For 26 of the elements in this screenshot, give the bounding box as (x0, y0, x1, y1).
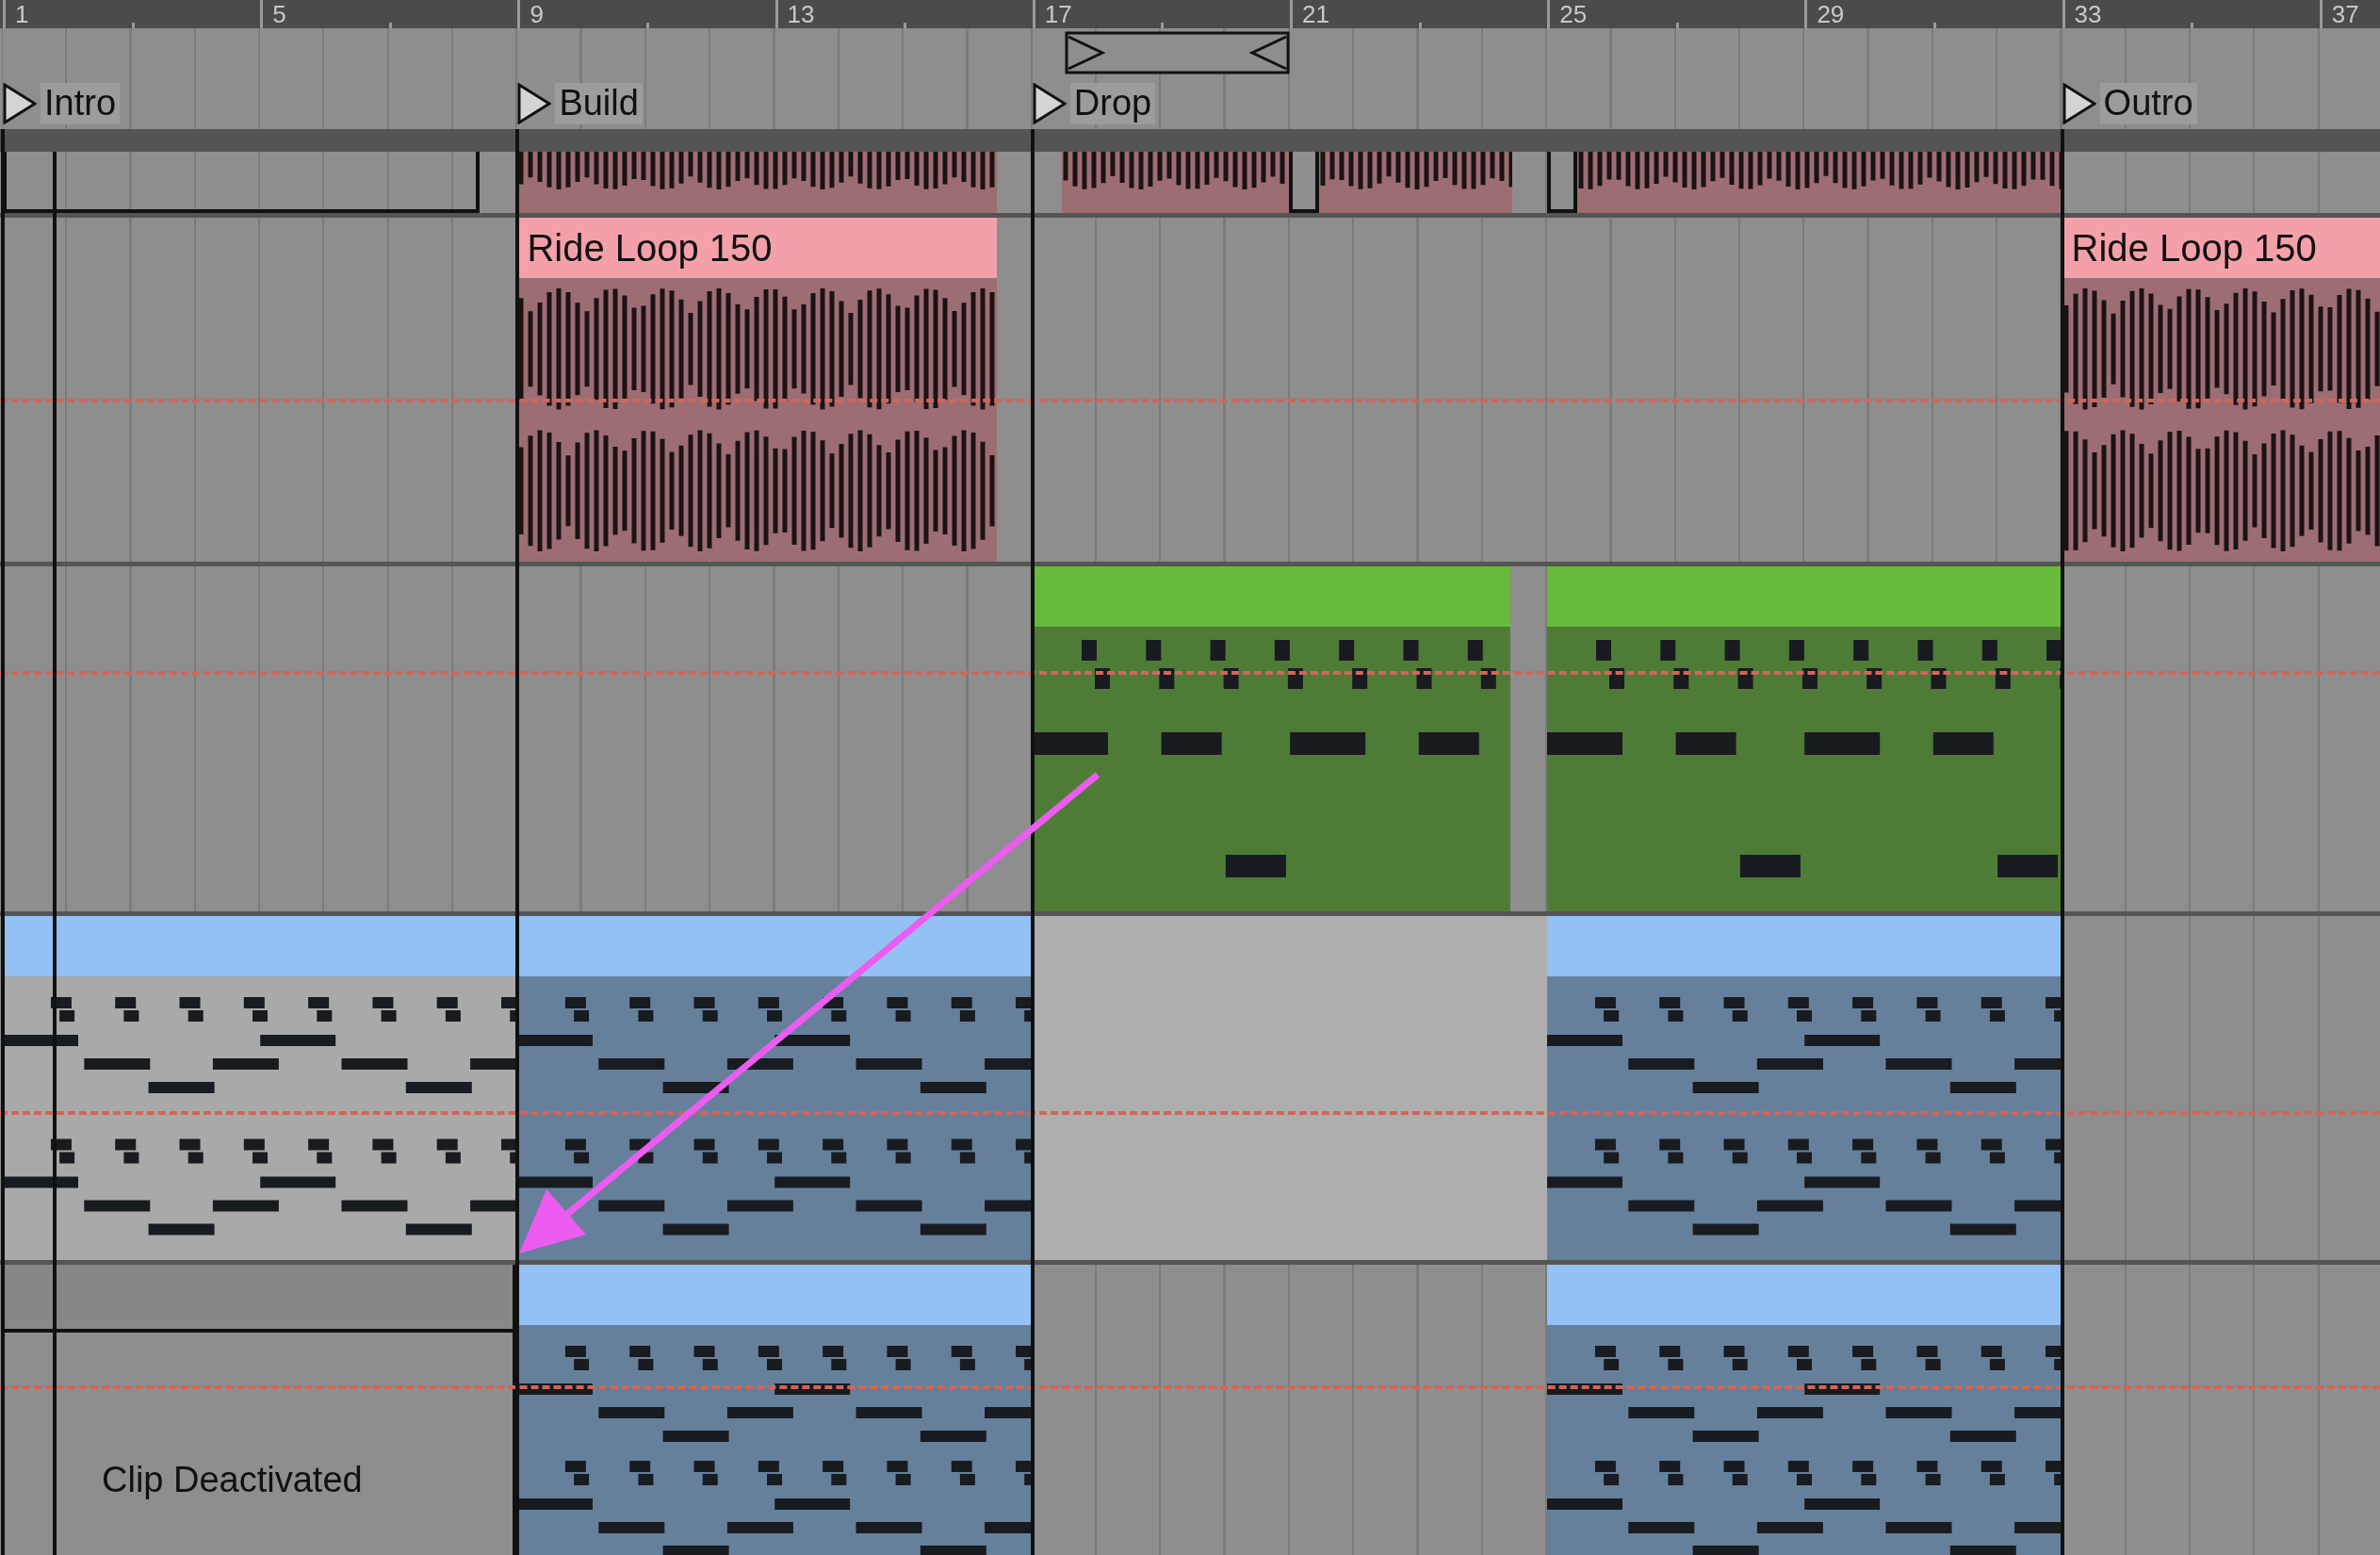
clip-name: Ride Loop 150 (2071, 226, 2317, 270)
midi-clip[interactable] (1547, 1265, 2062, 1555)
clip-header[interactable] (517, 916, 1033, 976)
marker-flag-icon[interactable] (2062, 83, 2096, 124)
loop-brace-icon[interactable] (1064, 31, 1290, 74)
clip-header[interactable] (517, 1265, 1033, 1325)
deactivated-clip[interactable]: Clip Deactivated (3, 1265, 517, 1555)
clip-status-text: Clip Deactivated (102, 1459, 363, 1501)
midi-clip[interactable] (517, 1265, 1033, 1555)
marker-label[interactable]: Drop (1069, 83, 1156, 124)
clip-header[interactable] (1547, 566, 2062, 627)
marker-flag-icon[interactable] (3, 83, 37, 124)
clip-name: Ride Loop 150 (527, 226, 773, 270)
clip-header[interactable] (3, 916, 518, 976)
clip-header[interactable] (3, 1265, 513, 1333)
marker-flag-icon[interactable] (517, 83, 552, 124)
timeline-ruler[interactable]: 1 5 9 13 17 21 25 29 33 37 (0, 0, 2380, 28)
marker-label[interactable]: Build (555, 83, 643, 124)
marker-flag-icon[interactable] (1032, 83, 1067, 124)
clip-header[interactable] (1032, 566, 1511, 627)
clip-header[interactable]: Ride Loop 150 (2062, 218, 2380, 278)
marker-label[interactable]: Outro (2099, 83, 2197, 124)
clip-header[interactable]: Ride Loop 150 (517, 218, 998, 278)
marker-label[interactable]: Intro (41, 83, 121, 124)
clip-header[interactable] (1547, 1265, 2062, 1325)
clip-header[interactable] (1547, 916, 2062, 976)
